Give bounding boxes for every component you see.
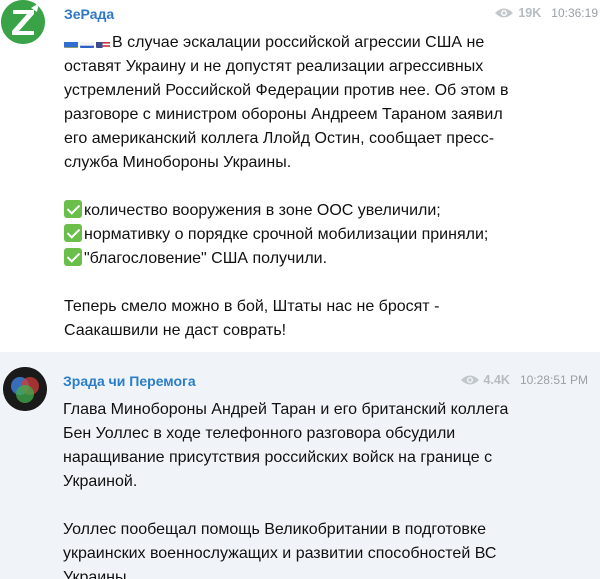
text-line-content: В случае эскалации российской агрессии С… xyxy=(112,34,485,51)
eye-icon xyxy=(495,8,514,18)
message-text: В случае эскалации российской агрессии С… xyxy=(64,31,590,343)
message-zrada-chi-peremoga: Зрада чи Перемога 4.4K 10:28:51 PM Глава… xyxy=(0,352,600,579)
text-line: Глава Минобороны Андрей Таран и его брит… xyxy=(63,401,509,418)
text-line: устремлений Российской Федерации против … xyxy=(64,82,509,99)
text-line: оставят Украину и не допустят реализации… xyxy=(64,58,484,75)
message-zerada: ЗеРада 19K 10:36:19 В случае эскалации р… xyxy=(0,0,600,352)
ukraine-flag-icon xyxy=(64,37,78,48)
text-line: Саакашвили не даст соврать! xyxy=(64,322,287,339)
text-line: Украиной. xyxy=(63,473,138,490)
text-line: В случае эскалации российской агрессии С… xyxy=(64,31,590,55)
check-mark-icon xyxy=(64,200,82,218)
channel-avatar[interactable] xyxy=(1,0,45,44)
checklist-item: нормативку о порядке срочной мобилизации… xyxy=(64,223,590,247)
view-count: 19K xyxy=(518,6,542,20)
text-line: Уоллес пообещал помощь Великобритании в … xyxy=(63,521,486,538)
text-line: служба Минобороны Украины. xyxy=(64,154,292,171)
check-mark-icon xyxy=(64,224,82,242)
timestamp: 10:28:51 PM xyxy=(519,373,588,387)
channel-name[interactable]: Зрада чи Перемога xyxy=(63,373,196,389)
z-letter-icon xyxy=(1,0,45,44)
text-line: разговоре с министром обороны Андреем Та… xyxy=(64,106,503,123)
text-line: украинских военнослужащих и развитии спо… xyxy=(63,545,497,562)
check-mark-icon xyxy=(64,248,82,266)
eye-icon xyxy=(460,375,479,385)
venn-diagram-icon xyxy=(3,367,47,411)
timestamp: 10:36:19 xyxy=(551,6,598,20)
usa-flag-icon xyxy=(96,37,110,48)
text-line: Теперь смело можно в бой, Штаты нас не б… xyxy=(64,298,440,315)
channel-avatar[interactable] xyxy=(3,367,47,411)
view-count: 4.4K xyxy=(483,373,510,387)
text-line: его американский коллега Ллойд Остин, со… xyxy=(64,130,495,147)
channel-name[interactable]: ЗеРада xyxy=(64,6,114,22)
checklist-item-text: "благословение" США получили. xyxy=(84,250,328,267)
message-meta: 4.4K 10:28:51 PM xyxy=(460,373,588,387)
checklist-item-text: количество вооружения в зоне ООС увеличи… xyxy=(84,202,441,219)
checklist-item: "благословение" США получили. xyxy=(64,247,590,271)
text-line: Бен Уоллес в ходе телефонного разговора … xyxy=(63,425,456,442)
message-meta: 19K 10:36:19 xyxy=(494,6,598,20)
message-text: Глава Минобороны Андрей Таран и его брит… xyxy=(63,398,589,579)
russia-flag-icon xyxy=(80,37,94,48)
checklist-item-text: нормативку о порядке срочной мобилизации… xyxy=(84,226,489,243)
text-line: Украины. xyxy=(63,569,131,579)
checklist-item: количество вооружения в зоне ООС увеличи… xyxy=(64,199,590,223)
text-line: наращивание присутствия российских войск… xyxy=(63,449,493,466)
